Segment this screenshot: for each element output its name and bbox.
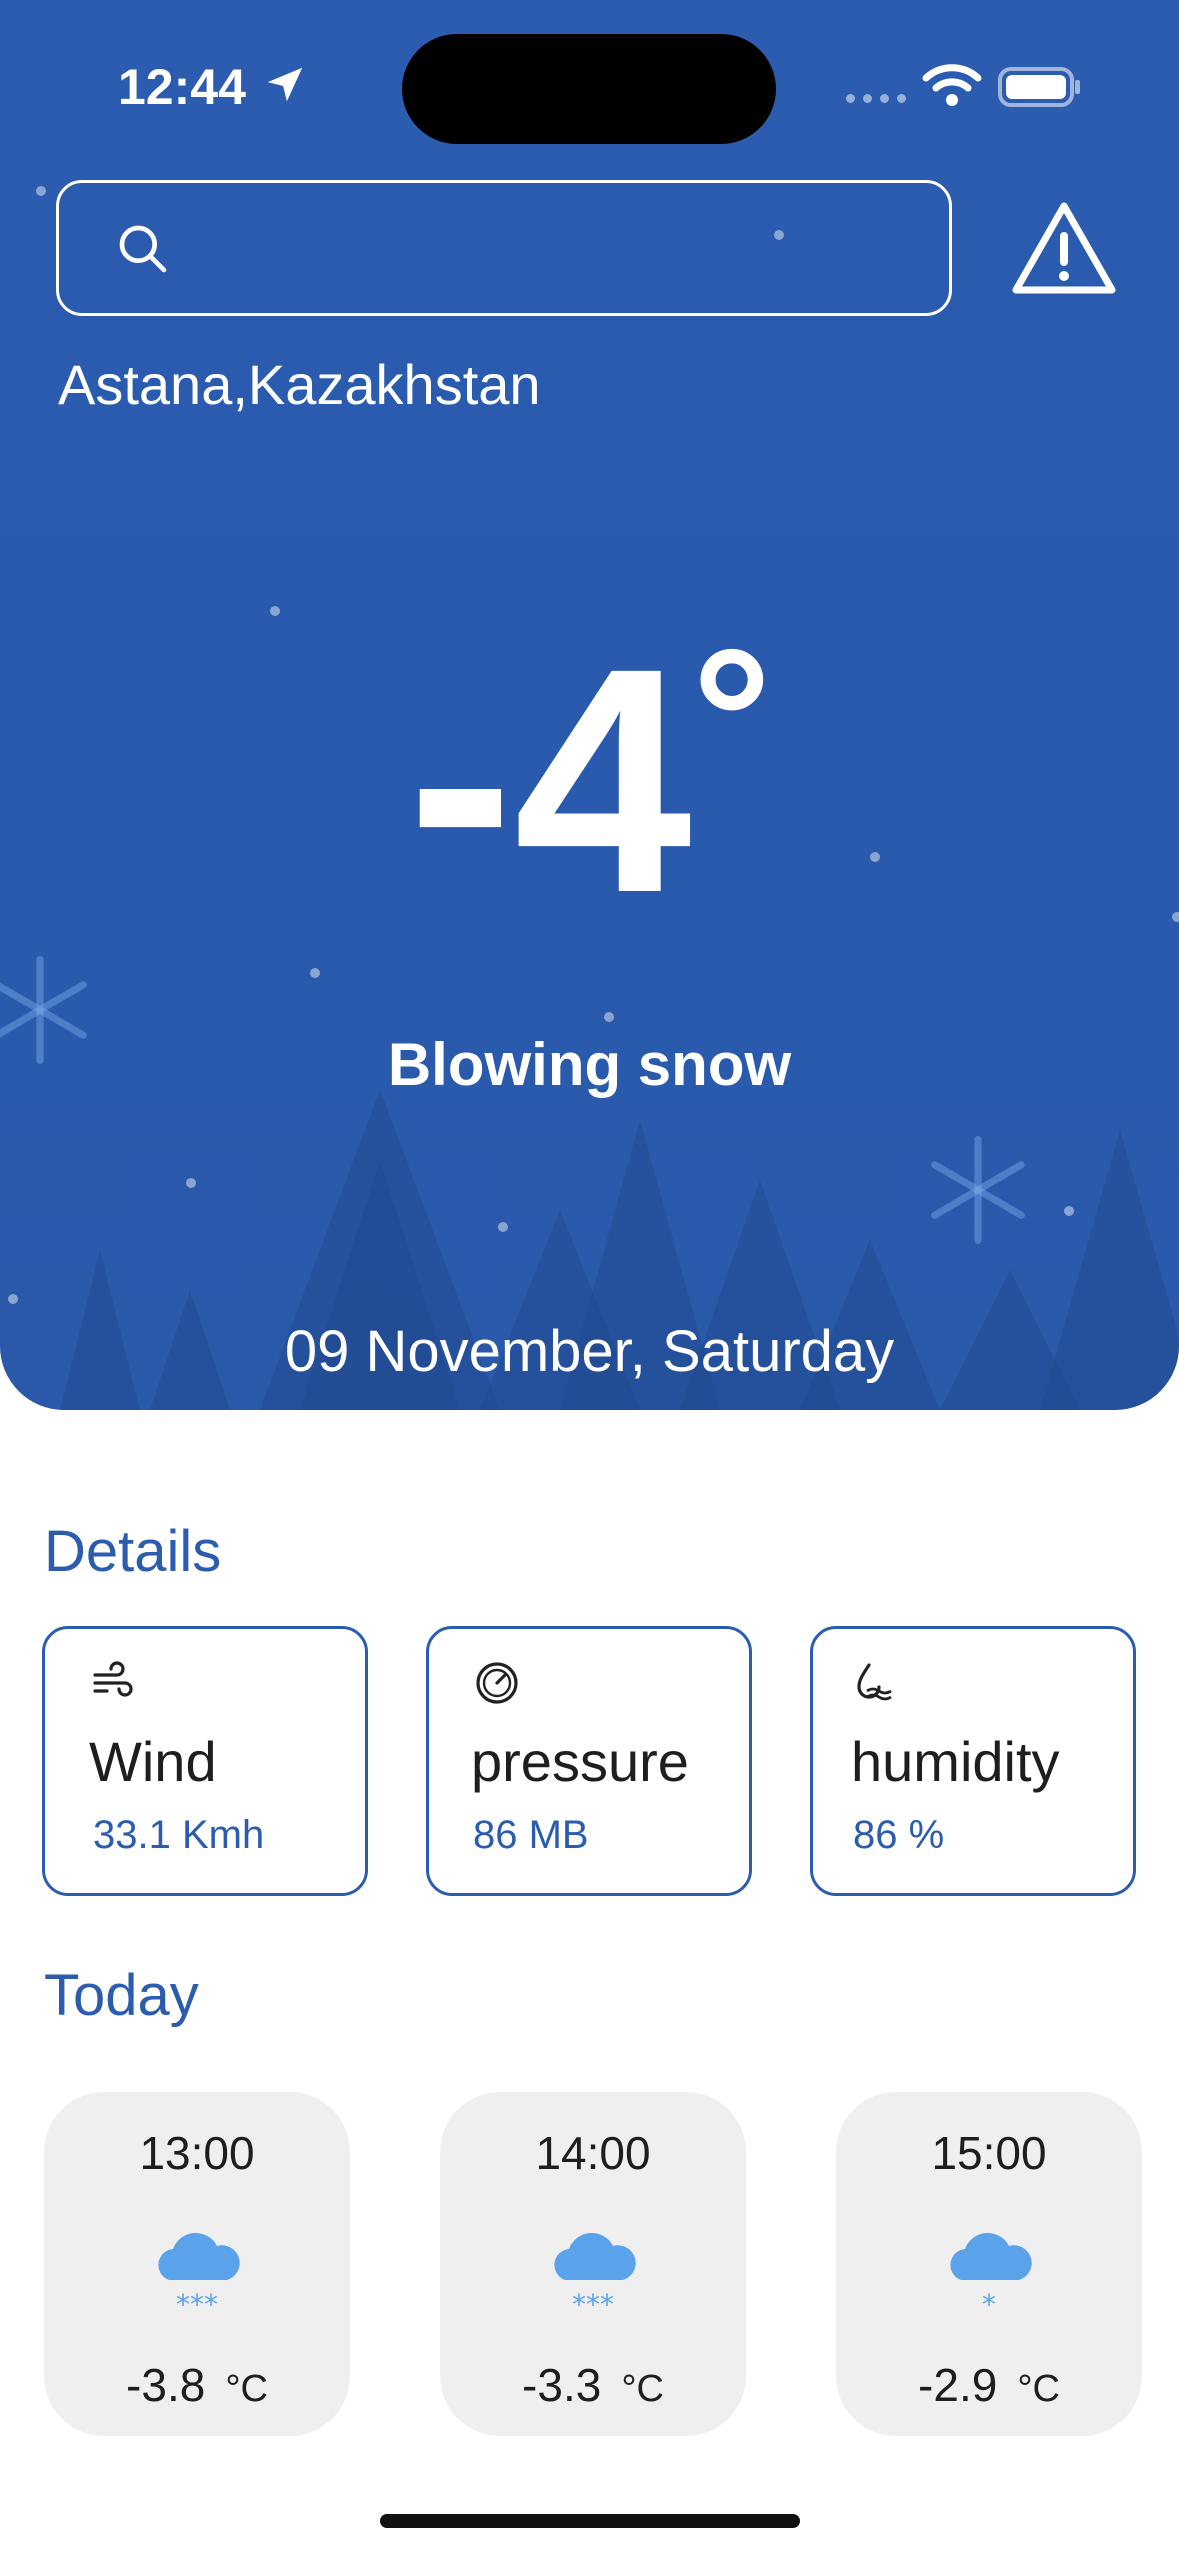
- hour-temp-value: -3.3: [522, 2359, 602, 2411]
- pressure-label: pressure: [471, 1730, 689, 1793]
- wind-card: Wind 33.1 Kmh: [42, 1626, 368, 1896]
- temperature-value: -4: [407, 601, 692, 959]
- degree-symbol: °: [691, 608, 772, 831]
- wind-label: Wind: [89, 1730, 217, 1793]
- status-bar-time: 12:44: [118, 59, 246, 115]
- snow-dot: [270, 606, 280, 616]
- hour-time: 15:00: [931, 2127, 1047, 2179]
- humidity-card: humidity 86 %: [810, 1626, 1136, 1896]
- search-box[interactable]: [56, 180, 952, 316]
- svg-text:***: ***: [176, 2288, 218, 2321]
- current-date: 09 November, Saturday: [284, 1319, 895, 1384]
- hour-temperature: -2.9 °C: [836, 2358, 1142, 2412]
- hourly-card: 13:00 *** -3.8 °C: [44, 2092, 350, 2436]
- weather-condition: Blowing snow: [387, 1031, 792, 1098]
- heavy-snow-icon: ***: [158, 2232, 240, 2321]
- today-heading: Today: [44, 1963, 199, 2028]
- hourly-card: 14:00 *** -3.3 °C: [440, 2092, 746, 2436]
- dynamic-island: [402, 34, 776, 144]
- battery-icon: [998, 67, 1080, 107]
- location-name: Astana,Kazakhstan: [58, 353, 541, 416]
- svg-text:***: ***: [572, 2288, 614, 2321]
- pressure-card: pressure 86 MB: [426, 1626, 752, 1896]
- weather-hero: 12:44 Astana,Kazakhstan -4° Blowing snow…: [0, 0, 1179, 1410]
- snow-dot: [8, 1294, 18, 1304]
- hour-time: 14:00: [535, 2127, 651, 2179]
- hour-temp-unit: °C: [621, 2368, 664, 2410]
- home-indicator[interactable]: [380, 2514, 800, 2528]
- hour-temp-unit: °C: [225, 2368, 268, 2410]
- hourly-card: 15:00 * -2.9 °C: [836, 2092, 1142, 2436]
- gauge-icon: [476, 1662, 518, 1704]
- snow-dot: [310, 968, 320, 978]
- snow-dot: [186, 1178, 196, 1188]
- wind-value: 33.1 Kmh: [93, 1813, 265, 1857]
- hour-time: 13:00: [139, 2127, 255, 2179]
- hour-temperature: -3.8 °C: [44, 2358, 350, 2412]
- humidity-value: 86 %: [853, 1813, 945, 1857]
- snow-dot: [36, 186, 46, 196]
- hour-temperature: -3.3 °C: [440, 2358, 746, 2412]
- hour-temp-unit: °C: [1017, 2368, 1060, 2410]
- snow-dot: [604, 1012, 614, 1022]
- humidity-icon: [857, 1663, 892, 1701]
- wind-icon: [93, 1661, 133, 1697]
- pressure-value: 86 MB: [473, 1813, 589, 1857]
- current-temperature: -4°: [0, 620, 1179, 941]
- details-heading: Details: [44, 1519, 222, 1584]
- snow-dot: [498, 1222, 508, 1232]
- heavy-snow-icon: ***: [554, 2232, 636, 2321]
- search-input[interactable]: [199, 203, 923, 297]
- hour-temp-value: -2.9: [918, 2359, 998, 2411]
- snowflake-decoration: [931, 1136, 1025, 1244]
- location-arrow-icon: [267, 67, 303, 102]
- svg-text:*: *: [982, 2288, 996, 2321]
- humidity-label: humidity: [851, 1730, 1060, 1793]
- snow-dot: [1064, 1206, 1074, 1216]
- search-icon[interactable]: [115, 221, 171, 277]
- cellular-signal-icon: [846, 94, 906, 103]
- wifi-icon: [922, 64, 982, 106]
- light-snow-icon: *: [950, 2232, 1032, 2321]
- hour-temp-value: -3.8: [126, 2359, 206, 2411]
- alert-warning-icon[interactable]: [1012, 200, 1116, 298]
